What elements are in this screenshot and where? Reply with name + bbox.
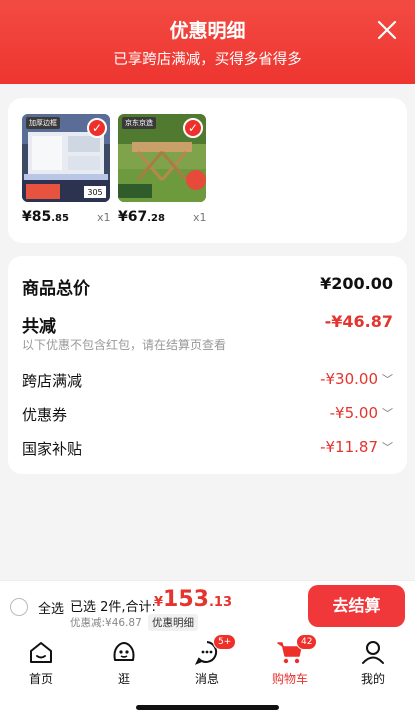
product-item[interactable]: 京东京造 ✓ ¥67.28 x1 xyxy=(118,114,207,230)
chevron-down-icon[interactable]: ﹀ xyxy=(382,439,393,455)
message-badge: 5+ xyxy=(213,634,237,650)
discount-amount: 优惠减:¥46.87 xyxy=(70,617,142,629)
chevron-down-icon[interactable]: ﹀ xyxy=(382,405,393,421)
user-icon[interactable] xyxy=(359,638,387,666)
product-item[interactable]: 305 加厚边框 ✓ ¥85.85 x1 xyxy=(22,114,111,230)
discount-label: 国家补贴 xyxy=(22,440,83,458)
close-icon[interactable] xyxy=(375,18,399,42)
product-qty: x1 xyxy=(97,211,111,224)
product-qty: x1 xyxy=(193,211,207,224)
cart-icon[interactable]: 42 xyxy=(276,634,318,666)
page-subtitle: 已享跨店满减，买得多省得多 xyxy=(113,52,302,68)
products-card: 305 加厚边框 ✓ ¥85.85 x1 京东京造 ✓ ¥67.28 x1 xyxy=(8,98,407,243)
reduce-total-row: 共减 -¥46.87 xyxy=(22,312,393,337)
discount-value: -¥30.00 xyxy=(320,370,378,388)
svg-text:305: 305 xyxy=(87,188,102,197)
discount-label: 优惠券 xyxy=(22,406,68,424)
tab-messages[interactable]: 5+ 消息 xyxy=(172,634,242,687)
product-price: ¥85.85 xyxy=(22,209,69,225)
discount-row-cross-store[interactable]: 跨店满减 -¥30.00 ﹀ xyxy=(22,370,393,394)
tab-label: 逛 xyxy=(117,672,130,686)
select-all-label[interactable]: 全选 xyxy=(38,598,64,617)
chevron-down-icon[interactable]: ﹀ xyxy=(382,371,393,387)
product-price: ¥67.28 xyxy=(118,209,165,225)
product-tag: 加厚边框 xyxy=(26,117,60,129)
home-icon[interactable] xyxy=(27,638,55,666)
product-tag: 京东京造 xyxy=(122,117,156,129)
tab-cart[interactable]: 42 购物车 xyxy=(255,634,325,687)
goods-total-label: 商品总价 xyxy=(22,279,90,299)
product-image[interactable]: 305 加厚边框 ✓ xyxy=(22,114,110,202)
selected-count: 已选 2件,合计: xyxy=(70,600,156,615)
checkout-button[interactable]: 去结算 xyxy=(308,585,405,627)
tab-explore[interactable]: 逛 xyxy=(89,638,159,687)
check-icon[interactable]: ✓ xyxy=(87,118,107,138)
discount-value: -¥11.87 xyxy=(320,438,378,456)
discount-row-coupon[interactable]: 优惠券 -¥5.00 ﹀ xyxy=(22,404,393,428)
total-price: ¥153.13 xyxy=(154,587,233,612)
message-icon[interactable]: 5+ xyxy=(193,634,237,666)
close-button[interactable] xyxy=(375,18,399,42)
page-title: 优惠明细 xyxy=(169,20,246,42)
face-icon[interactable] xyxy=(110,638,138,666)
header: 优惠明细 已享跨店满减，买得多省得多 xyxy=(0,0,415,84)
reduce-label: 共减 xyxy=(22,317,56,337)
discount-label: 跨店满减 xyxy=(22,372,83,390)
tab-profile[interactable]: 我的 xyxy=(338,638,408,687)
discount-note: 以下优惠不包含红包，请在结算页查看 xyxy=(22,338,227,352)
tab-label: 首页 xyxy=(28,672,53,686)
select-all-radio[interactable] xyxy=(10,598,28,616)
goods-total-value: ¥200.00 xyxy=(320,274,393,293)
check-icon[interactable]: ✓ xyxy=(183,118,203,138)
discount-row-subsidy[interactable]: 国家补贴 -¥11.87 ﹀ xyxy=(22,438,393,462)
discount-detail-button[interactable]: 优惠明细 xyxy=(148,614,198,631)
tab-label: 购物车 xyxy=(271,672,308,686)
tab-label: 我的 xyxy=(360,672,385,686)
goods-total-row: 商品总价 ¥200.00 xyxy=(22,274,393,299)
home-indicator xyxy=(136,705,279,710)
product-image[interactable]: 京东京造 ✓ xyxy=(118,114,206,202)
discount-summary-card: 商品总价 ¥200.00 共减 -¥46.87 以下优惠不包含红包，请在结算页查… xyxy=(8,256,407,474)
tab-label: 消息 xyxy=(194,672,219,686)
reduce-value: -¥46.87 xyxy=(324,312,393,331)
discount-value: -¥5.00 xyxy=(329,404,378,422)
checkout-bar: 全选 已选 2件,合计: ¥153.13 优惠减:¥46.87 优惠明细 去结算 xyxy=(0,580,415,632)
tab-home[interactable]: 首页 xyxy=(6,638,76,687)
cart-badge: 42 xyxy=(296,634,318,650)
